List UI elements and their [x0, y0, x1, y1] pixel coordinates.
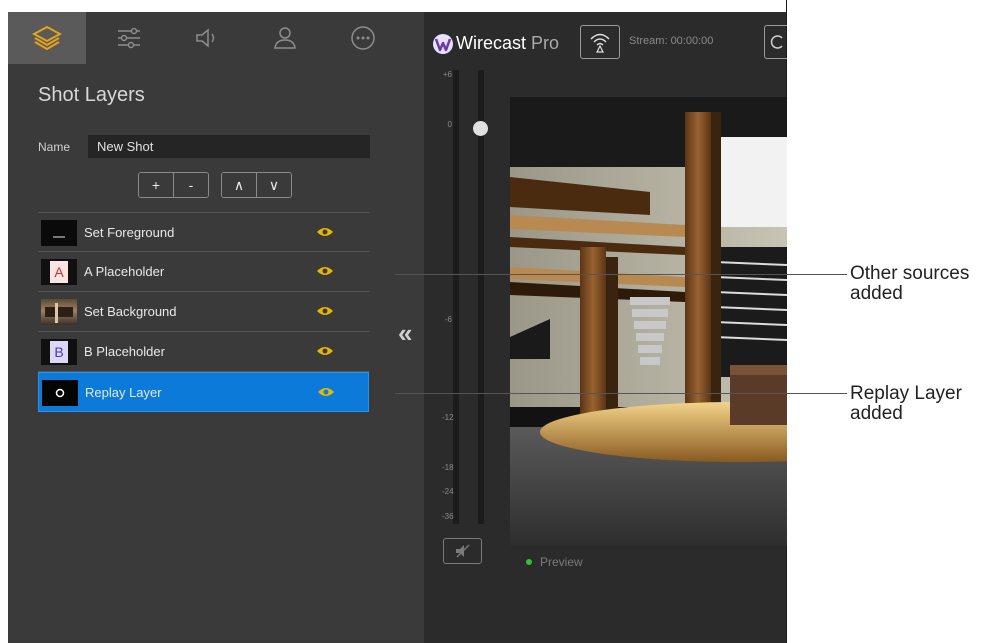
remove-layer-button[interactable]: -	[173, 173, 208, 197]
stream-button[interactable]	[580, 25, 620, 59]
meter-tick: -36	[442, 512, 454, 521]
callout-text-line: added	[850, 283, 903, 304]
speaker-icon	[196, 28, 215, 48]
top-edge	[8, 0, 787, 12]
add-layer-button[interactable]: +	[139, 173, 173, 197]
callout-replay-layer: Replay Layer added	[850, 384, 962, 424]
layer-row-a-placeholder[interactable]: A A Placeholder	[38, 252, 369, 292]
callout-line-other-sources	[395, 274, 847, 275]
layer-label: Set Foreground	[84, 225, 175, 240]
move-down-button[interactable]: ∨	[256, 173, 291, 197]
layer-label: Set Background	[84, 304, 177, 319]
visibility-eye-icon[interactable]	[316, 305, 334, 317]
visibility-eye-icon[interactable]	[317, 386, 335, 398]
layer-row-b-placeholder[interactable]: B B Placeholder	[38, 332, 369, 372]
brand-name: Wirecast	[456, 33, 527, 53]
broadcast-icon	[590, 33, 610, 53]
record-icon	[770, 35, 783, 49]
visibility-eye-icon[interactable]	[316, 226, 334, 238]
background-thumbnail	[41, 299, 77, 325]
callout-text-line: Replay Layer	[850, 383, 962, 404]
panel-title: Shot Layers	[38, 84, 145, 106]
tab-more[interactable]	[324, 12, 402, 64]
shot-name-input[interactable]	[88, 135, 370, 158]
brand-edition: Pro	[531, 33, 560, 53]
move-up-button[interactable]: ∧	[222, 173, 256, 197]
layer-row-set-foreground[interactable]: Set Foreground	[38, 212, 369, 252]
callout-other-sources: Other sources added	[850, 264, 969, 304]
mute-button[interactable]	[443, 538, 482, 564]
layer-label: Replay Layer	[85, 385, 162, 400]
callout-line-replay-layer	[395, 393, 847, 394]
preview-status-dot	[526, 559, 532, 565]
mute-icon	[455, 544, 470, 558]
layer-label: B Placeholder	[84, 344, 165, 359]
move-layer-group: ∧ ∨	[221, 172, 292, 198]
collapse-panel-button[interactable]: «	[398, 318, 412, 349]
meter-tick: -6	[444, 315, 452, 324]
meter-tick: -18	[442, 463, 454, 472]
foreground-thumbnail	[41, 220, 77, 246]
shot-layers-panel: Shot Layers Name + - ∧ ∨ Set Foreground …	[8, 12, 424, 643]
meter-tick: 0	[447, 120, 452, 129]
callout-text-line: added	[850, 403, 903, 424]
replay-icon	[55, 388, 65, 398]
visibility-eye-icon[interactable]	[316, 345, 334, 357]
studio-scene-image	[510, 97, 787, 546]
audio-meter-fader[interactable]	[478, 70, 484, 524]
person-icon	[274, 27, 296, 49]
placeholder-a-glyph: A	[50, 261, 68, 283]
add-remove-group: + -	[138, 172, 209, 198]
layer-list: Set Foreground A A Placeholder Set Backg…	[38, 212, 369, 412]
tab-properties[interactable]	[90, 12, 168, 64]
visibility-eye-icon[interactable]	[316, 265, 334, 277]
volume-knob[interactable]	[473, 121, 488, 136]
layer-row-set-background[interactable]: Set Background	[38, 292, 369, 332]
layer-row-replay-layer[interactable]: Replay Layer	[38, 372, 369, 412]
placeholder-b-glyph: B	[50, 341, 68, 363]
preview-label: Preview	[540, 555, 583, 569]
record-button[interactable]	[764, 25, 787, 59]
layers-icon	[32, 25, 62, 51]
meter-tick: +6	[442, 70, 452, 79]
sliders-icon	[118, 27, 140, 49]
preview-video	[510, 97, 787, 546]
brand-title: Wirecast Pro	[456, 33, 559, 54]
stream-timer: Stream: 00:00:00	[629, 35, 714, 47]
layer-label: A Placeholder	[84, 264, 165, 279]
meter-tick: -24	[442, 487, 454, 496]
meter-tick: -12	[442, 413, 454, 422]
panel-tab-bar	[8, 12, 424, 64]
callout-text-line: Other sources	[850, 263, 970, 284]
tab-people[interactable]	[246, 12, 324, 64]
a-placeholder-thumbnail: A	[41, 259, 77, 285]
name-label: Name	[38, 140, 71, 154]
more-icon	[351, 26, 375, 50]
audio-meter-left	[453, 70, 459, 524]
tab-layers[interactable]	[8, 12, 86, 64]
replay-thumbnail	[42, 380, 78, 406]
b-placeholder-thumbnail: B	[41, 339, 77, 365]
wirecast-logo-icon	[433, 34, 453, 54]
tab-audio[interactable]	[168, 12, 246, 64]
